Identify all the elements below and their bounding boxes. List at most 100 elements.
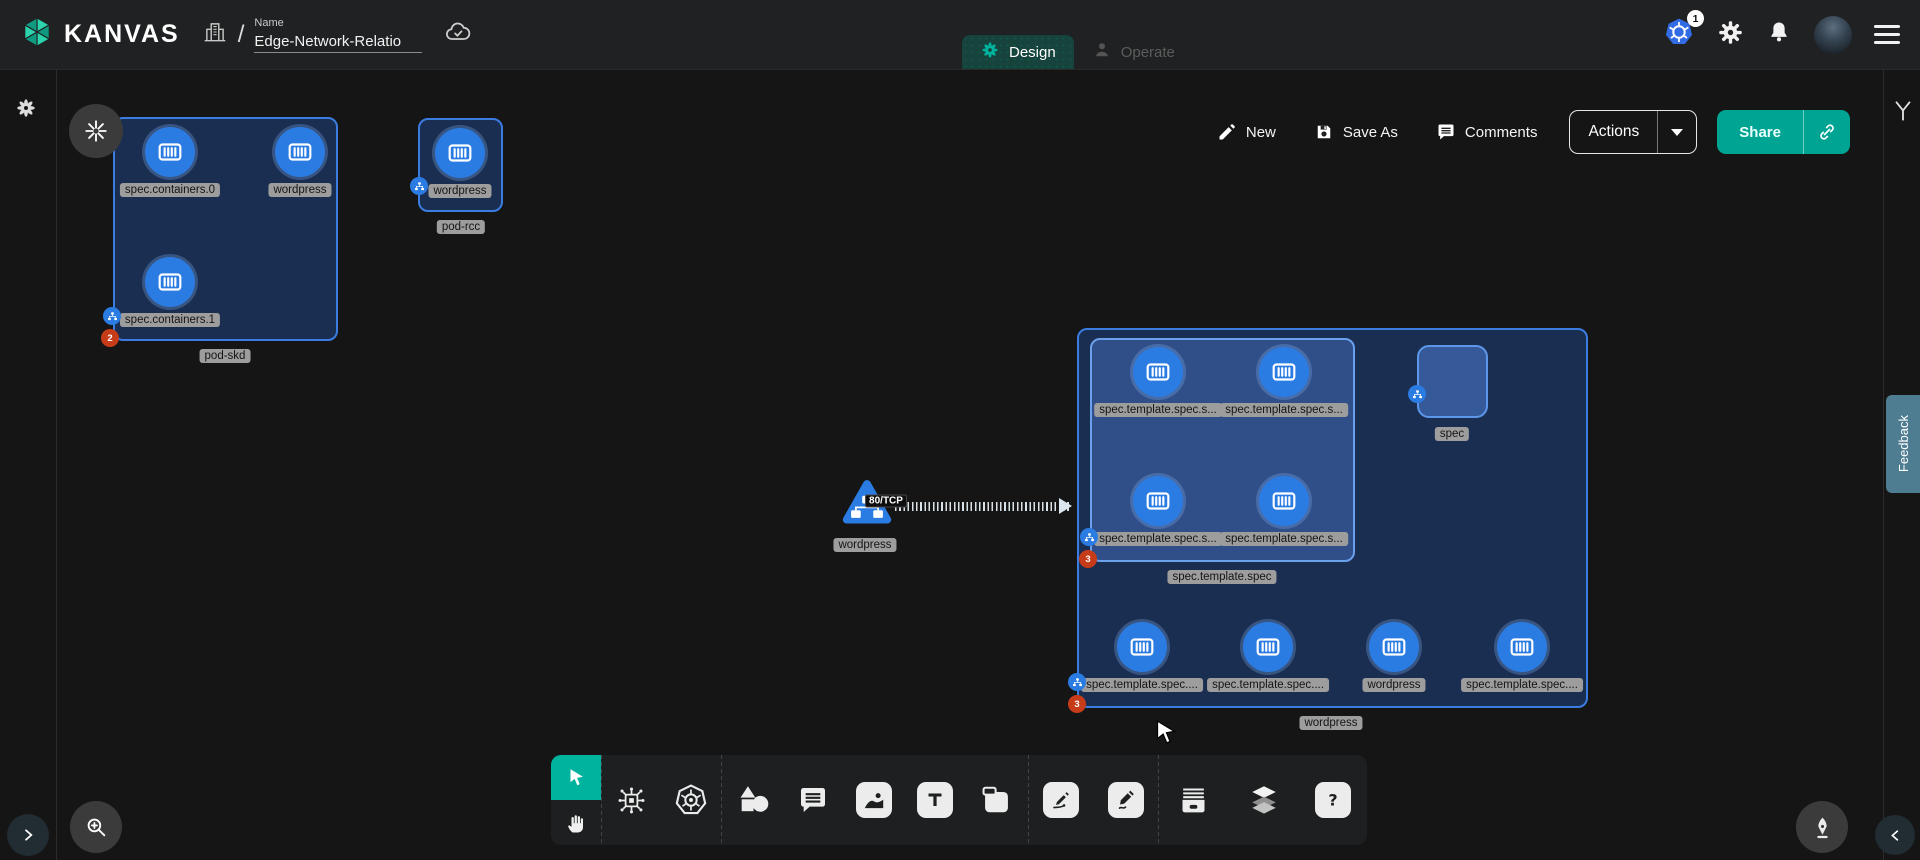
cursor-tool-button[interactable]	[551, 755, 601, 800]
container-icon[interactable]	[1243, 622, 1293, 672]
meshery-spiral-icon[interactable]	[14, 96, 38, 125]
comments-button[interactable]: Comments	[1422, 110, 1552, 154]
shapes-tool-button[interactable]	[722, 755, 783, 845]
text-icon	[917, 782, 953, 818]
frame-tool-button[interactable]	[965, 755, 1028, 845]
share-label: Share	[1717, 110, 1803, 154]
copy-link-button[interactable]	[1803, 110, 1850, 154]
container-icon[interactable]	[435, 128, 485, 178]
pod-rcc-network-badge[interactable]	[410, 177, 428, 195]
freehand-pencil-icon	[1108, 782, 1144, 818]
image-tool-button[interactable]	[844, 755, 905, 845]
pod-skd-network-badge[interactable]	[103, 307, 121, 325]
node-label: spec.template.spec....	[1207, 678, 1329, 692]
node-label: wordpress	[268, 183, 331, 197]
tab-operate-label: Operate	[1121, 44, 1175, 61]
group-label-pod-rcc: pod-rcc	[437, 220, 485, 234]
design-actions-row: New Save As Comments Actions Share	[1203, 110, 1850, 154]
pointer-tools-column	[551, 755, 601, 845]
node-label: spec.template.spec....	[1461, 678, 1583, 692]
organization-icon[interactable]	[202, 19, 228, 50]
edge-pen-icon	[1043, 782, 1079, 818]
canvas-toolbar: ?	[551, 755, 1367, 845]
freehand-tool-button[interactable]	[1093, 755, 1158, 845]
pen-nib-button[interactable]	[1796, 801, 1848, 853]
save-as-button[interactable]: Save As	[1300, 110, 1412, 154]
pod-skd-count-badge[interactable]: 2	[101, 329, 119, 347]
wordpress-outer-network-badge[interactable]	[1068, 673, 1086, 691]
expand-right-panel-button[interactable]	[1875, 815, 1915, 855]
cloud-saved-icon	[444, 18, 472, 51]
group-label-wordpress-outer: wordpress	[1299, 716, 1362, 730]
container-icon[interactable]	[145, 257, 195, 307]
design-flower-icon	[980, 40, 1000, 64]
help-tool-button[interactable]: ?	[1298, 755, 1367, 845]
mesh-component-tool-button[interactable]	[602, 755, 662, 845]
svg-text:?: ?	[1328, 791, 1337, 810]
kubernetes-context-button[interactable]: 1	[1663, 16, 1695, 53]
operate-person-icon	[1092, 40, 1112, 64]
actions-dropdown-button[interactable]: Actions	[1569, 110, 1697, 154]
container-icon[interactable]	[1117, 622, 1167, 672]
notifications-bell-icon[interactable]	[1766, 19, 1792, 50]
service-edge[interactable]	[895, 502, 1071, 511]
container-icon[interactable]	[1259, 347, 1309, 397]
app-title: KANVAS	[64, 20, 180, 49]
design-canvas[interactable]: Feedback New	[0, 70, 1920, 860]
actions-label: Actions	[1570, 111, 1657, 153]
tab-design[interactable]: Design	[962, 35, 1074, 69]
chevron-down-icon	[1671, 129, 1683, 136]
hamburger-menu-icon[interactable]	[1874, 25, 1900, 44]
feedback-tab[interactable]: Feedback	[1886, 395, 1920, 493]
container-icon[interactable]	[1133, 347, 1183, 397]
container-icon[interactable]	[145, 127, 195, 177]
kanvas-logo[interactable]: KANVAS	[20, 15, 180, 54]
user-avatar[interactable]	[1814, 16, 1852, 54]
header-right: 1	[1663, 16, 1900, 54]
y-tool-icon[interactable]	[1890, 98, 1916, 129]
group-spec-template-spec[interactable]	[1090, 338, 1355, 562]
node-label: wordpress	[833, 538, 896, 552]
name-label: Name	[254, 17, 422, 29]
edge-label: 80/TCP	[865, 495, 907, 508]
spec-network-badge[interactable]	[1408, 385, 1426, 403]
node-label: spec.containers.1	[120, 313, 220, 327]
save-as-label: Save As	[1343, 124, 1398, 141]
container-icon[interactable]	[1497, 622, 1547, 672]
mode-tabs: Design Operate	[962, 35, 1193, 69]
layers-tool-button[interactable]	[1229, 755, 1299, 845]
group-label-pod-skd: pod-skd	[200, 349, 251, 363]
edge-arrowhead-icon	[1059, 498, 1072, 514]
actions-caret[interactable]	[1657, 111, 1696, 153]
tab-design-label: Design	[1009, 44, 1056, 61]
question-mark-icon: ?	[1315, 782, 1351, 818]
container-icon[interactable]	[1133, 476, 1183, 526]
design-name-input[interactable]	[254, 31, 422, 53]
text-tool-button[interactable]	[904, 755, 965, 845]
share-button[interactable]: Share	[1717, 110, 1850, 154]
spec-template-count-badge[interactable]: 3	[1079, 550, 1097, 568]
container-icon[interactable]	[1369, 622, 1419, 672]
kubernetes-tool-button[interactable]	[661, 755, 721, 845]
new-button[interactable]: New	[1203, 110, 1290, 154]
spec-template-network-badge[interactable]	[1080, 528, 1098, 546]
comment-tool-button[interactable]	[783, 755, 844, 845]
kanvas-logo-icon	[20, 15, 54, 54]
expand-left-panel-button[interactable]	[7, 814, 49, 856]
node-label: wordpress	[1362, 678, 1425, 692]
container-icon[interactable]	[1259, 476, 1309, 526]
kubernetes-context-count: 1	[1687, 10, 1704, 27]
node-spec[interactable]	[1417, 345, 1488, 418]
hand-tool-button[interactable]	[551, 800, 601, 845]
mouse-cursor-icon	[1150, 718, 1180, 753]
edge-pen-tool-button[interactable]	[1029, 755, 1094, 845]
drawer-tool-button[interactable]	[1159, 755, 1229, 845]
zoom-in-button[interactable]	[70, 801, 122, 853]
tab-operate[interactable]: Operate	[1074, 35, 1193, 69]
comments-label: Comments	[1465, 124, 1538, 141]
container-icon[interactable]	[275, 127, 325, 177]
wordpress-outer-count-badge[interactable]: 3	[1068, 695, 1086, 713]
app-header: KANVAS / Name	[0, 0, 1920, 70]
snowflake-button[interactable]	[69, 104, 123, 158]
settings-gear-icon[interactable]	[1717, 19, 1744, 51]
